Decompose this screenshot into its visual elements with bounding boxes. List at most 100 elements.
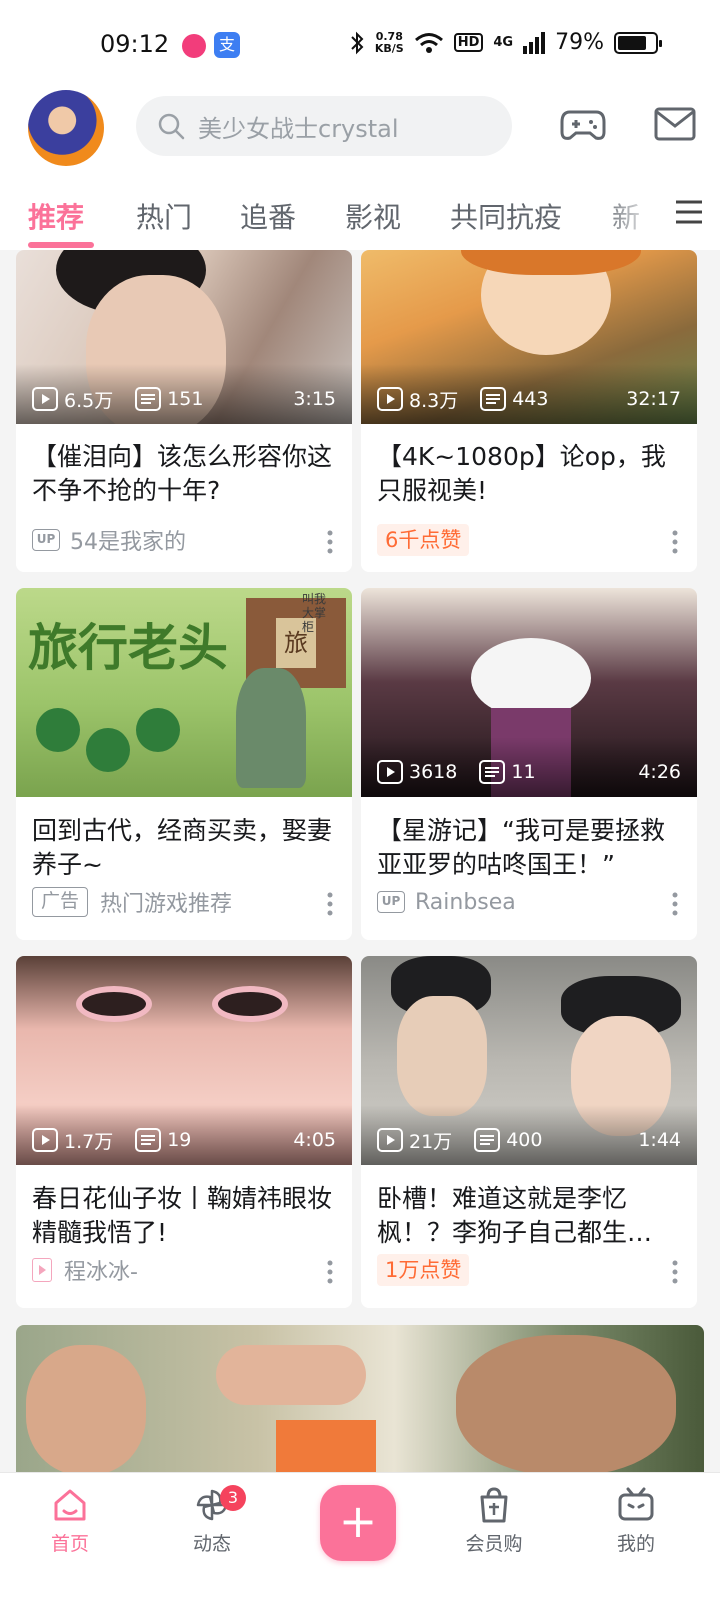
tab-hot[interactable]: 热门	[136, 196, 192, 236]
video-author-row: 程冰冰-	[32, 1252, 138, 1288]
video-title[interactable]: 春日花仙子妆丨鞠婧祎眼妆精髓我悟了!	[32, 1182, 332, 1250]
video-title[interactable]: 卧槽！难道这就是李忆枫！？李狗子自己都生…	[377, 1182, 677, 1250]
menu-icon[interactable]	[674, 198, 704, 226]
tab-recommend[interactable]: 推荐	[28, 196, 84, 236]
search-icon	[158, 113, 185, 140]
play-count-icon	[377, 1128, 403, 1152]
play-count-icon	[377, 387, 403, 411]
ad-thumbnail: 旅行老头 旅 叫我大掌柜	[16, 588, 352, 797]
nav-mine-label: 我的	[616, 1533, 655, 1555]
hd-indicator: HD	[453, 33, 484, 52]
thumbnail-caption-block	[276, 1420, 376, 1472]
shopping-bag-icon	[480, 1487, 508, 1523]
danmaku-count: 443	[512, 388, 549, 410]
nav-home[interactable]: 首页	[20, 1485, 120, 1556]
battery-icon	[614, 31, 662, 54]
video-card[interactable]: 6.5万 151 3:15 【催泪向】该怎么形容你这不争不抢的十年? UP 54…	[16, 250, 352, 572]
ad-badge: 广告	[32, 887, 89, 917]
ad-thumbnail-corner: 叫我大掌柜	[302, 592, 327, 634]
alipay-notification-icon: 支	[214, 32, 240, 58]
battery-percent: 79%	[555, 30, 604, 55]
nav-vip-shop-label: 会员购	[465, 1533, 523, 1555]
video-title[interactable]: 【催泪向】该怎么形容你这不争不抢的十年?	[32, 440, 332, 508]
video-stats: 1.7万 19 4:05	[32, 1127, 336, 1153]
ad-source-row: 广告 热门游戏推荐	[32, 884, 232, 920]
upload-button[interactable]: +	[320, 1485, 396, 1561]
bluetooth-icon	[351, 31, 364, 54]
danmaku-icon	[479, 760, 506, 784]
ad-thumbnail-title: 旅行老头	[28, 619, 228, 677]
danmaku-icon	[135, 387, 162, 411]
more-options-icon[interactable]	[671, 530, 679, 554]
tab-anime[interactable]: 追番	[240, 196, 296, 236]
nav-home-label: 首页	[50, 1533, 89, 1555]
nav-mine[interactable]: 我的	[586, 1485, 686, 1556]
thumbnail-character-head	[471, 638, 591, 718]
large-video-thumbnail	[16, 1325, 704, 1472]
video-like-row: 6千点赞	[377, 522, 470, 558]
thumbnail-eye-right	[212, 986, 288, 1022]
like-badge: 6千点赞	[377, 524, 470, 556]
video-duration: 32:17	[626, 388, 681, 410]
video-title[interactable]: 【4K~1080p】论op，我只服视美!	[377, 440, 677, 508]
video-stats: 3618 11 4:26	[377, 759, 681, 785]
play-count: 3618	[409, 761, 458, 783]
status-indicators: 0.78 KB/S HD 4G 79%	[349, 30, 662, 55]
author-name[interactable]: Rainbsea	[415, 890, 516, 915]
video-card[interactable]: 21万 400 1:44 卧槽！难道这就是李忆枫！？李狗子自己都生… 1万点赞	[361, 956, 697, 1308]
tab-anti-epidemic[interactable]: 共同抗疫	[450, 196, 562, 236]
game-controller-icon[interactable]	[560, 104, 606, 144]
author-name[interactable]: 程冰冰-	[64, 1254, 138, 1286]
search-placeholder: 美少女战士crystal	[198, 114, 399, 143]
danmaku-count: 11	[511, 761, 536, 783]
nav-dynamic[interactable]: 动态 3	[162, 1485, 262, 1556]
user-avatar[interactable]	[28, 90, 104, 166]
tab-fade	[600, 186, 680, 246]
more-options-icon[interactable]	[326, 530, 334, 554]
danmaku-icon	[474, 1128, 501, 1152]
more-options-icon[interactable]	[326, 1260, 334, 1284]
video-thumbnail: 3618 11 4:26	[361, 588, 697, 797]
nav-dynamic-label: 动态	[192, 1533, 231, 1555]
more-options-icon[interactable]	[671, 1260, 679, 1284]
video-duration: 4:05	[293, 1129, 336, 1151]
ad-title[interactable]: 回到古代，经商买卖，娶妻养子~	[32, 814, 332, 882]
thumbnail-pointing-hand	[216, 1345, 366, 1405]
video-thumbnail: 21万 400 1:44	[361, 956, 697, 1165]
play-count-icon	[377, 760, 403, 784]
danmaku-count: 19	[167, 1129, 192, 1151]
watermelon	[136, 708, 180, 752]
active-tab-indicator	[28, 242, 94, 248]
danmaku-icon	[480, 387, 507, 411]
video-stats: 6.5万 151 3:15	[32, 386, 336, 412]
mail-icon[interactable]	[654, 106, 696, 142]
video-duration: 3:15	[293, 388, 336, 410]
danmaku-count: 151	[167, 388, 204, 410]
play-count: 8.3万	[409, 389, 459, 412]
nav-vip-shop[interactable]: 会员购	[444, 1485, 544, 1556]
status-bar: 09:12 支 0.78 KB/S HD 4G 79%	[0, 0, 720, 90]
author-name[interactable]: 54是我家的	[70, 524, 186, 556]
ad-source: 热门游戏推荐	[100, 892, 233, 917]
video-thumbnail: 1.7万 19 4:05	[16, 956, 352, 1165]
ad-card[interactable]: 旅行老头 旅 叫我大掌柜 回到古代，经商买卖，娶妻养子~ 广告 热门游戏推荐	[16, 588, 352, 940]
video-thumbnail: 8.3万 443 32:17	[361, 250, 697, 424]
large-video-card[interactable]	[16, 1325, 704, 1472]
play-count: 1.7万	[64, 1130, 114, 1153]
video-like-row: 1万点赞	[377, 1252, 470, 1288]
more-options-icon[interactable]	[671, 892, 679, 916]
video-card[interactable]: 1.7万 19 4:05 春日花仙子妆丨鞠婧祎眼妆精髓我悟了! 程冰冰-	[16, 956, 352, 1308]
search-bar[interactable]: 美少女战士crystal	[136, 96, 512, 156]
notification-badge: 3	[220, 1485, 246, 1511]
video-card[interactable]: 3618 11 4:26 【星游记】“我可是要拯救亚亚罗的咕咚国王！” UP R…	[361, 588, 697, 940]
thumbnail-face-right	[456, 1335, 676, 1472]
video-title[interactable]: 【星游记】“我可是要拯救亚亚罗的咕咚国王！”	[377, 814, 677, 882]
video-author-row: UP 54是我家的	[32, 522, 186, 558]
watermelon	[36, 708, 80, 752]
play-count: 6.5万	[64, 389, 114, 412]
notification-app-icon	[182, 34, 206, 58]
video-card[interactable]: 8.3万 443 32:17 【4K~1080p】论op，我只服视美! 6千点赞	[361, 250, 697, 572]
more-options-icon[interactable]	[326, 892, 334, 916]
tab-film[interactable]: 影视	[345, 196, 401, 236]
thumbnail-man-face	[397, 996, 487, 1116]
